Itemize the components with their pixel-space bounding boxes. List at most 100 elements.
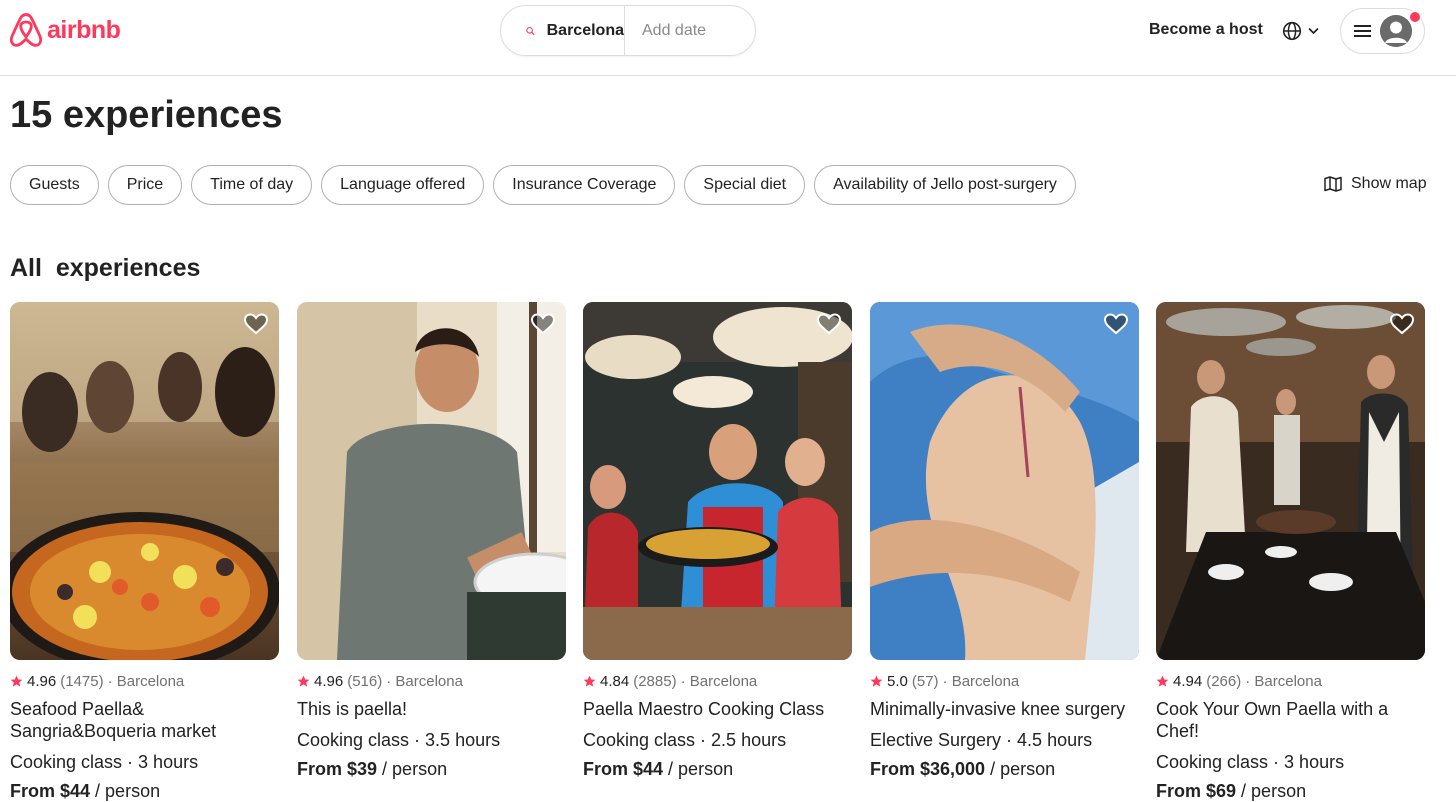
review-count: (516)	[347, 673, 383, 690]
experience-price: From $36,000 / person	[870, 758, 1139, 780]
rating-value: 4.94	[1173, 673, 1203, 690]
price-unit: / person	[663, 759, 734, 779]
experience-title[interactable]: Cook Your Own Paella with a Chef!	[1156, 698, 1425, 742]
rating-value: 4.96	[314, 673, 344, 690]
rating-value: 4.96	[27, 673, 57, 690]
knee-surgery-photo	[870, 302, 1139, 660]
show-map-label: Show map	[1351, 175, 1427, 192]
become-host-link[interactable]: Become a host	[1149, 21, 1263, 39]
price-amount: From $39	[297, 759, 378, 779]
heart-icon[interactable]	[1389, 312, 1415, 336]
page-title: 15 experiences	[10, 94, 283, 136]
experience-subtitle: Cooking class · 3.5 hours	[297, 730, 501, 750]
star-icon	[1156, 675, 1169, 687]
paella-maestro-photo	[583, 302, 852, 660]
filter-time-of-day[interactable]: Time of day	[191, 165, 313, 205]
rating-row: 4.96 (1475) · Barcelona	[10, 673, 279, 690]
experience-price: From $44 / person	[583, 758, 852, 780]
star-icon	[10, 675, 23, 687]
review-count: (57)	[911, 673, 939, 690]
experience-card[interactable]: 5.0 (57) · Barcelona Minimally-invasive …	[870, 302, 1139, 780]
price-amount: From $69	[1156, 781, 1237, 801]
top-header: airbnb Barcelona Add date Become a host	[0, 0, 1456, 76]
experience-photo[interactable]	[583, 302, 852, 660]
experience-card[interactable]: 4.84 (2885) · Barcelona Paella Maestro C…	[583, 302, 852, 780]
experience-subtitle: Cooking class · 3 hours	[1156, 752, 1345, 772]
filter-special-diet[interactable]: Special diet	[684, 165, 806, 205]
filter-jello-availability[interactable]: Availability of Jello post-surgery	[814, 165, 1076, 205]
user-icon	[1380, 15, 1412, 47]
chef-cooking-photo	[297, 302, 566, 660]
experience-location: · Barcelona	[386, 673, 463, 690]
map-icon	[1324, 176, 1342, 192]
experience-card[interactable]: 4.96 (516) · Barcelona This is paella! C…	[297, 302, 566, 780]
experience-location: · Barcelona	[1245, 673, 1322, 690]
star-icon	[297, 675, 310, 687]
star-icon	[870, 675, 883, 687]
experience-title[interactable]: Minimally-invasive knee surgery	[870, 698, 1139, 720]
rating-value: 4.84	[600, 673, 630, 690]
experience-photo[interactable]	[870, 302, 1139, 660]
experience-photo[interactable]	[1156, 302, 1425, 660]
price-unit: / person	[90, 781, 161, 801]
price-unit: / person	[377, 759, 448, 779]
review-count: (2885)	[633, 673, 677, 690]
search-icon	[526, 26, 535, 35]
experience-subtitle: Cooking class · 2.5 hours	[583, 730, 787, 750]
rating-row: 4.96 (516) · Barcelona	[297, 673, 566, 690]
notification-dot	[1409, 11, 1421, 23]
experience-title[interactable]: This is paella!	[297, 698, 566, 720]
location-field[interactable]: Barcelona	[501, 6, 624, 55]
price-unit: / person	[985, 759, 1056, 779]
show-map-button[interactable]: Show map	[1324, 175, 1427, 193]
rating-value: 5.0	[887, 673, 908, 690]
heart-icon[interactable]	[243, 312, 269, 336]
experience-location: · Barcelona	[680, 673, 758, 690]
experience-photo[interactable]	[297, 302, 566, 660]
filter-guests[interactable]: Guests	[10, 165, 99, 205]
filter-language-offered[interactable]: Language offered	[321, 165, 485, 205]
heart-icon[interactable]	[530, 312, 556, 336]
star-icon	[583, 675, 596, 687]
experience-price: From $44 / person	[10, 780, 279, 802]
experience-location: · Barcelona	[107, 673, 185, 690]
experience-subtitle: Elective Surgery · 4.5 hours	[870, 730, 1093, 750]
date-field[interactable]: Add date	[625, 22, 706, 40]
paella-table-photo	[10, 302, 279, 660]
price-unit: / person	[1236, 781, 1307, 801]
section-title: All experiences	[10, 254, 201, 282]
price-amount: From $44	[583, 759, 664, 779]
experience-subtitle: Cooking class · 3 hours	[10, 752, 199, 772]
experience-card[interactable]: 4.94 (266) · Barcelona Cook Your Own Pae…	[1156, 302, 1425, 802]
experience-price: From $39 / person	[297, 758, 566, 780]
airbnb-logo[interactable]: airbnb	[9, 12, 121, 49]
experience-title[interactable]: Seafood Paella& Sangria&Boqueria market	[10, 698, 279, 742]
search-bar[interactable]: Barcelona Add date	[500, 5, 756, 56]
filter-bar: Guests Price Time of day Language offere…	[10, 165, 1076, 205]
heart-icon[interactable]	[816, 312, 842, 336]
brand-name: airbnb	[47, 16, 121, 44]
globe-icon	[1282, 21, 1302, 41]
avatar	[1380, 15, 1412, 47]
review-count: (1475)	[60, 673, 104, 690]
chevron-down-icon	[1308, 28, 1319, 34]
filter-insurance-coverage[interactable]: Insurance Coverage	[493, 165, 676, 205]
price-amount: From $44	[10, 781, 91, 801]
heart-icon[interactable]	[1103, 312, 1129, 336]
filter-price[interactable]: Price	[107, 165, 183, 205]
experience-title[interactable]: Paella Maestro Cooking Class	[583, 698, 852, 720]
experience-location: · Barcelona	[942, 673, 1020, 690]
rating-row: 4.94 (266) · Barcelona	[1156, 673, 1425, 690]
chef-paella-photo	[1156, 302, 1425, 660]
review-count: (266)	[1206, 673, 1242, 690]
price-amount: From $36,000	[870, 759, 986, 779]
experience-photo[interactable]	[10, 302, 279, 660]
language-selector[interactable]	[1282, 21, 1319, 41]
rating-row: 4.84 (2885) · Barcelona	[583, 673, 852, 690]
experience-price: From $69 / person	[1156, 780, 1425, 802]
experience-card[interactable]: 4.96 (1475) · Barcelona Seafood Paella& …	[10, 302, 279, 802]
airbnb-logo-icon	[9, 13, 43, 47]
hamburger-menu-icon	[1354, 25, 1371, 37]
rating-row: 5.0 (57) · Barcelona	[870, 673, 1139, 690]
location-value: Barcelona	[546, 21, 624, 39]
